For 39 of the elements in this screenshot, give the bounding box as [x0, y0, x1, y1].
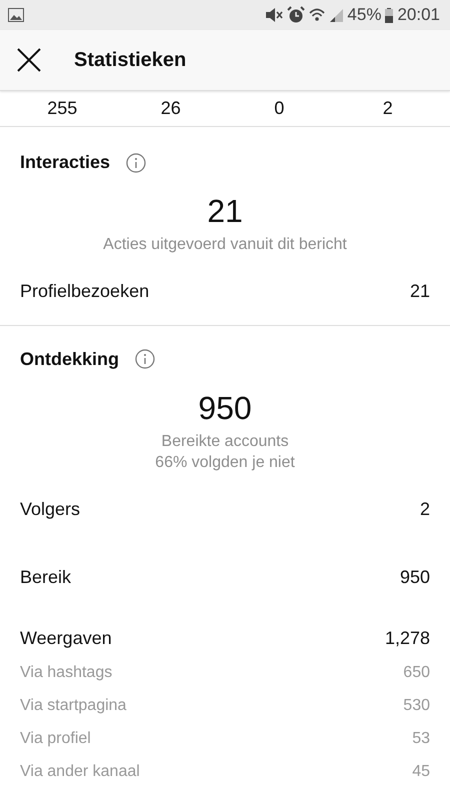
stat-value: 1,278: [384, 626, 430, 650]
stat-label: Volgers: [20, 498, 80, 521]
info-icon[interactable]: [126, 152, 146, 172]
stat-value: 53: [412, 728, 430, 749]
stat-label: Bereik: [20, 566, 72, 589]
stat-label: Via profiel: [20, 728, 91, 749]
mute-icon: [265, 7, 284, 23]
stat-label: Weergaven: [20, 626, 112, 650]
alarm-icon: [287, 6, 306, 24]
stat-value: 45: [412, 762, 430, 782]
caption: Bereikte accounts: [160, 432, 290, 452]
big-number: 21: [206, 194, 244, 230]
stat-label: Via startpagina: [20, 696, 126, 716]
wifi-icon: [309, 7, 326, 23]
stat-label: Profielbezoeken: [20, 280, 150, 303]
stat-number: 26: [160, 97, 182, 120]
caption: Acties uitgevoerd vanuit dit bericht: [102, 235, 348, 256]
battery-percent: 45%: [347, 4, 382, 26]
stat-value: 2: [420, 498, 430, 521]
stat-label: Via ander kanaal: [20, 762, 140, 782]
stat-value: 530: [403, 696, 430, 716]
page-title: Statistieken: [74, 48, 186, 73]
section-title: Ontdekking: [20, 348, 120, 371]
stat-label: Via hashtags: [20, 662, 112, 683]
stat-value: 650: [403, 662, 430, 683]
image-icon: [8, 8, 24, 22]
big-number: 950: [197, 390, 253, 426]
section-title: Interacties: [20, 151, 110, 174]
stat-number: 2: [382, 97, 394, 120]
close-icon[interactable]: [16, 47, 42, 73]
battery-icon: [385, 8, 394, 22]
clock-time: 20:01: [397, 4, 440, 26]
info-icon[interactable]: [135, 349, 156, 370]
signal-icon: [329, 8, 344, 22]
stat-value: 950: [400, 566, 430, 589]
stat-number: 0: [273, 97, 286, 120]
stat-number: 255: [46, 97, 78, 120]
caption: 66% volgden je niet: [154, 452, 296, 473]
stat-value: 21: [410, 280, 430, 303]
